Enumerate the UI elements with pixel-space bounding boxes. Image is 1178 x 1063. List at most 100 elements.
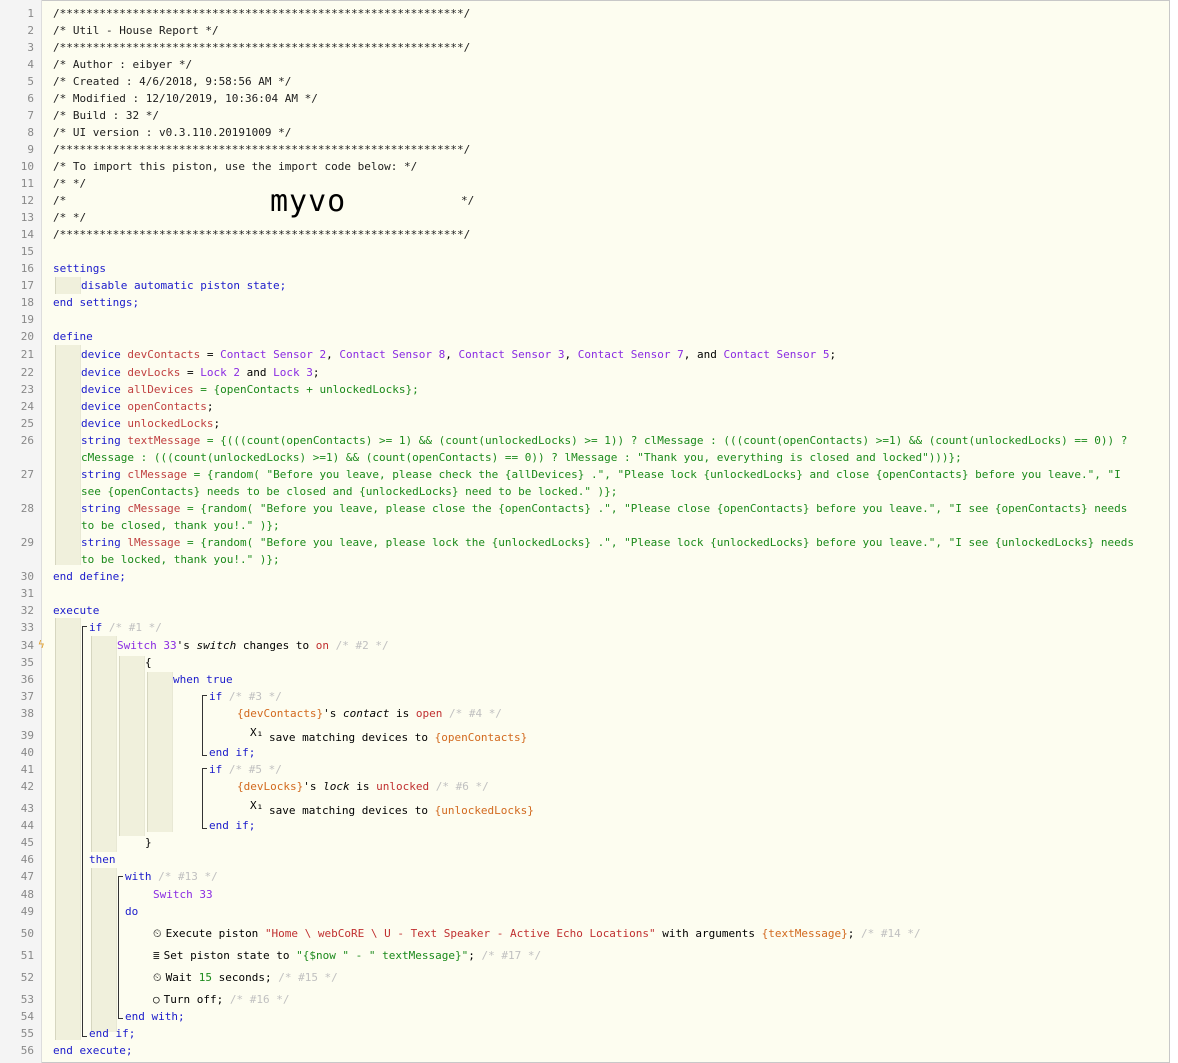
code-punct: ; — [468, 949, 482, 962]
line-number: 36 — [20, 673, 34, 686]
variable-name: textMessage — [127, 434, 201, 447]
code-line[interactable]: /* UI version : v0.3.110.20191009 */ — [53, 126, 291, 139]
code-line[interactable]: when true — [173, 673, 233, 686]
code-line[interactable]: Switch 33's switch changes to on /* #2 *… — [117, 639, 389, 652]
expression: to be locked, thank you!." )}; — [81, 553, 280, 566]
code-line[interactable]: ⏲ Wait 15 seconds; /* #15 */ — [153, 971, 338, 985]
code-line[interactable]: /***************************************… — [53, 143, 470, 156]
code-line[interactable]: end execute; — [53, 1044, 132, 1057]
variable-name: unlockedLocks — [127, 417, 214, 430]
code-line[interactable]: /* */ — [53, 177, 86, 190]
line-number: 24 — [20, 400, 34, 413]
code-line[interactable]: ⏲ Execute piston "Home \ webCoRE \ U - Te… — [153, 927, 921, 941]
code-line[interactable]: end settings; — [53, 296, 139, 309]
with-bracket — [118, 876, 119, 1018]
code-line[interactable]: /* To import this piston, use the import… — [53, 160, 417, 173]
code-line[interactable]: /***************************************… — [53, 228, 470, 241]
statement-id: /* #4 */ — [448, 707, 502, 720]
code-line[interactable]: { — [145, 656, 152, 669]
code-line[interactable]: ○ Turn off; /* #16 */ — [153, 993, 289, 1006]
line-number: 46 — [20, 853, 34, 866]
code-line[interactable]: string textMessage = {(((count(openConta… — [81, 434, 1127, 447]
lightning-icon: ϟ — [38, 638, 45, 651]
code-line[interactable]: X₁ — [250, 799, 263, 812]
end-if: end if; — [89, 1027, 136, 1040]
code-line[interactable]: /***************************************… — [53, 41, 470, 54]
code-punct — [222, 763, 229, 776]
if3-bracket-bottom — [202, 755, 207, 756]
code-line[interactable]: } — [145, 836, 152, 849]
code-line[interactable]: disable automatic piston state; — [81, 279, 286, 292]
code-line[interactable]: end if; — [89, 1027, 135, 1040]
comment-text: /* UI version : v0.3.110.20191009 */ — [53, 126, 292, 139]
code-line[interactable]: {devLocks}'s lock is unlocked /* #6 */ — [237, 780, 489, 793]
code-line[interactable]: /***************************************… — [53, 7, 470, 20]
code-line[interactable]: end define; — [53, 570, 126, 583]
code-line[interactable]: {devContacts}'s contact is open /* #4 */ — [237, 707, 502, 720]
code-line[interactable]: execute — [53, 604, 99, 617]
condition-block-bar — [91, 636, 117, 852]
code-line[interactable]: do — [125, 905, 138, 918]
code-line[interactable]: device devLocks = Lock 2 and Lock 3; — [81, 366, 319, 379]
code-line[interactable]: save matching devices to {openContacts} — [269, 731, 527, 744]
code-line[interactable]: ≣ Set piston state to "{$now " - " textMe… — [153, 949, 541, 962]
code-punct: , — [564, 348, 578, 361]
code-line[interactable]: end if; — [209, 746, 255, 759]
code-line[interactable]: string clMessage = {random( "Before you … — [81, 468, 1121, 481]
expression: = {random( "Before you leave, please clo… — [186, 502, 1128, 515]
code-line[interactable]: device allDevices = {openContacts + unlo… — [81, 383, 419, 396]
line-number: 37 — [20, 690, 34, 703]
code-line[interactable]: /* Author : eibyer */ — [53, 58, 192, 71]
code-token: string — [81, 468, 121, 481]
code-line[interactable]: define — [53, 330, 93, 343]
line-number: 19 — [20, 313, 34, 326]
code-token: device — [81, 348, 121, 361]
code-line[interactable]: cMessage : (((count(unlockedLocks) >=1) … — [81, 451, 962, 464]
line-number: 5 — [27, 75, 34, 88]
code-line[interactable]: X₁ — [250, 726, 263, 739]
line-number: 49 — [20, 905, 34, 918]
code-line[interactable]: settings — [53, 262, 106, 275]
line-number: 52 — [20, 971, 34, 984]
code-line[interactable]: /* Created : 4/6/2018, 9:58:56 AM */ — [53, 75, 291, 88]
attribute: contact — [342, 707, 390, 720]
code-line[interactable]: to be locked, thank you!." )}; — [81, 553, 280, 566]
code-line[interactable]: if /* #5 */ — [209, 763, 282, 776]
code-line[interactable]: device devContacts = Contact Sensor 2, C… — [81, 348, 836, 361]
comment-text: /***************************************… — [53, 143, 471, 156]
code-line[interactable]: /* myvo */ — [53, 184, 474, 219]
code-line[interactable]: /* Util - House Report */ — [53, 24, 219, 37]
code-punct: Turn off; — [163, 993, 224, 1006]
code-line[interactable]: string cMessage = {random( "Before you l… — [81, 502, 1127, 515]
code-token: string — [81, 434, 121, 447]
code-line[interactable]: then — [89, 853, 116, 866]
code-line[interactable]: save matching devices to {unlockedLocks} — [269, 804, 534, 817]
code-line[interactable]: with /* #13 */ — [125, 870, 218, 883]
code-line[interactable]: device unlockedLocks; — [81, 417, 220, 430]
statement-id: /* #13 */ — [158, 870, 218, 883]
code-token: save matching devices to — [269, 731, 435, 744]
code-line[interactable]: /* */ — [53, 211, 86, 224]
device-name: Contact Sensor 2 — [220, 348, 327, 361]
statement-id: /* #15 */ — [278, 971, 338, 984]
value: on — [315, 639, 329, 652]
code-line[interactable]: string lMessage = {random( "Before you l… — [81, 536, 1134, 549]
code-line[interactable]: /* Build : 32 */ — [53, 109, 159, 122]
code-line[interactable]: end with; — [125, 1010, 185, 1023]
variable-name: cMessage — [127, 502, 181, 515]
line-number: 47 — [20, 870, 34, 883]
line-number: 23 — [20, 383, 34, 396]
timer-icon: ⏲ — [153, 971, 162, 984]
code-line[interactable]: to be closed, thank you!." )}; — [81, 519, 280, 532]
code-line[interactable]: end if; — [209, 819, 255, 832]
define-keyword: define — [53, 330, 93, 343]
code-line[interactable]: /* Modified : 12/10/2019, 10:36:04 AM */ — [53, 92, 318, 105]
line-number: 1 — [27, 7, 34, 20]
code-line[interactable]: device openContacts; — [81, 400, 213, 413]
code-line[interactable]: if /* #3 */ — [209, 690, 282, 703]
line-number: 22 — [20, 366, 34, 379]
code-line[interactable]: if /* #1 */ — [89, 621, 162, 634]
code-line[interactable]: see {openContacts} needs to be closed an… — [81, 485, 617, 498]
code-line[interactable]: Switch 33 — [153, 888, 213, 901]
line-number: 42 — [20, 780, 34, 793]
